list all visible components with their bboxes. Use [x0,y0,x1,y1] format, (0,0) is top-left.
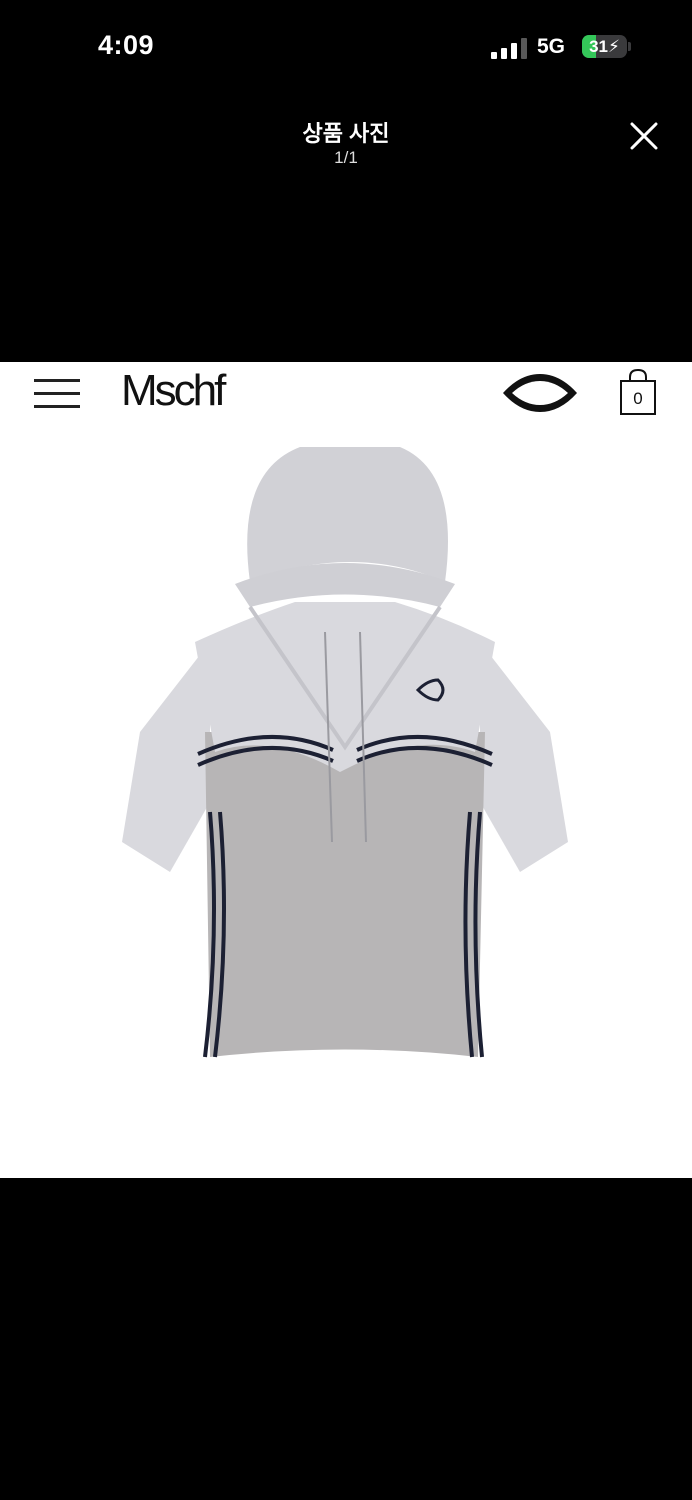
hooded-tshirt-image [122,447,568,1058]
hamburger-menu-icon [34,377,80,411]
network-type: 5G [537,35,566,58]
cellular-signal-icon [491,37,527,59]
shopping-bag-icon: 0 [618,368,658,416]
status-time: 4:09 [98,30,155,60]
viewer-title: 상품 사진 [302,121,390,146]
battery-cap [628,42,631,51]
close-button[interactable] [624,116,664,156]
product-photo[interactable]: Mschf 0 [0,362,692,1178]
image-counter: 1/1 [334,148,358,167]
brand-logo-text: Mschf [121,366,226,415]
battery-level: 31⚡ [589,37,620,56]
battery-icon: 31⚡ [582,35,627,58]
status-bar: 4:09 5G 31⚡ [0,0,692,95]
close-icon [630,122,658,150]
brand-diamond-logo-icon [503,374,577,412]
cart-count: 0 [633,389,643,408]
